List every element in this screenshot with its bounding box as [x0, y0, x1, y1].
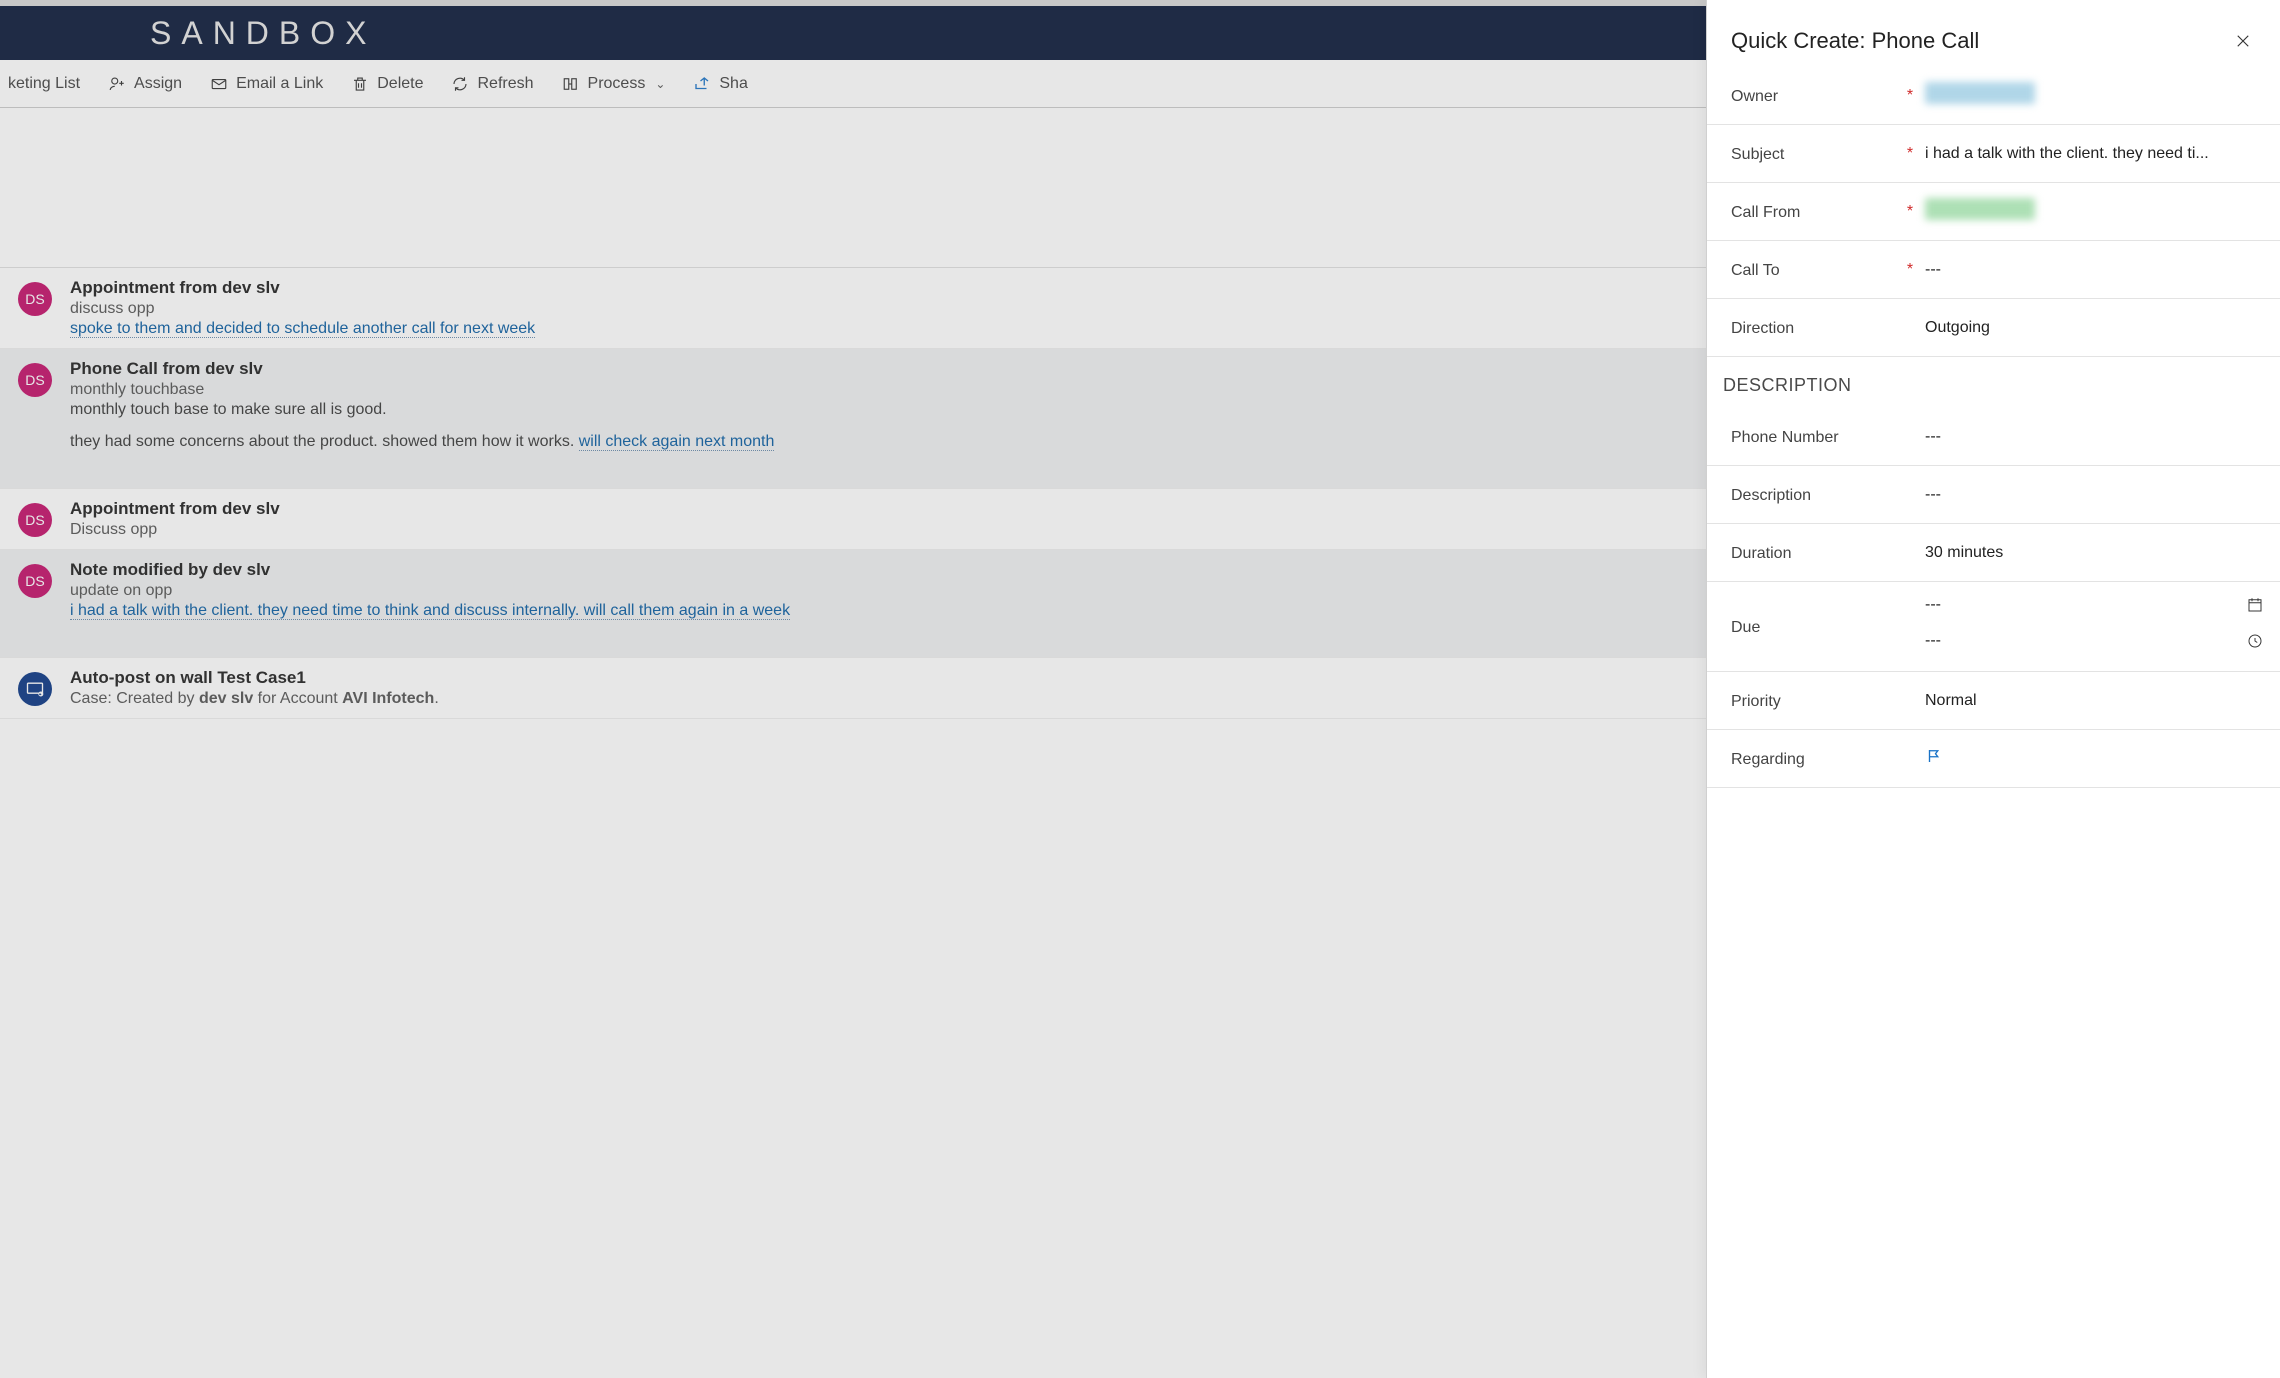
- banner-title: SANDBOX: [150, 15, 376, 52]
- field-description[interactable]: Description ---: [1707, 466, 2280, 524]
- cmd-refresh-label: Refresh: [477, 75, 533, 93]
- field-call-from[interactable]: Call From *: [1707, 183, 2280, 241]
- section-description: DESCRIPTION: [1707, 357, 2280, 408]
- cmd-email-link[interactable]: Email a Link: [210, 75, 323, 93]
- field-label: Regarding: [1731, 749, 1901, 769]
- avatar: DS: [18, 503, 52, 537]
- field-value[interactable]: [1919, 82, 2264, 109]
- field-label: Due: [1731, 617, 1901, 637]
- cmd-share[interactable]: Sha: [693, 75, 747, 93]
- chevron-down-icon[interactable]: ⌄: [655, 77, 665, 91]
- field-value[interactable]: ---: [1919, 428, 2264, 446]
- cmd-delete[interactable]: Delete: [351, 75, 423, 93]
- cmd-marketing-label: keting List: [8, 75, 80, 93]
- due-time-value[interactable]: ---: [1925, 632, 1941, 650]
- field-phone-number[interactable]: Phone Number ---: [1707, 408, 2280, 466]
- close-icon: [2234, 32, 2252, 50]
- field-value[interactable]: 30 minutes: [1919, 544, 2264, 562]
- cmd-process[interactable]: Process: [562, 75, 646, 93]
- share-icon: [693, 75, 711, 93]
- field-call-to[interactable]: Call To * ---: [1707, 241, 2280, 299]
- item-link[interactable]: will check again next month: [579, 433, 775, 451]
- close-button[interactable]: [2230, 28, 2256, 59]
- cmd-marketing-list[interactable]: keting List: [8, 75, 80, 93]
- process-icon: [562, 75, 580, 93]
- redacted-pill: [1925, 198, 2035, 220]
- due-date-value[interactable]: ---: [1925, 596, 1941, 614]
- field-priority[interactable]: Priority Normal: [1707, 672, 2280, 730]
- required-indicator: *: [1901, 203, 1919, 221]
- field-label: Direction: [1731, 318, 1901, 338]
- cmd-process-label: Process: [588, 75, 646, 93]
- field-value[interactable]: Normal: [1919, 692, 2264, 710]
- clock-icon[interactable]: [2246, 632, 2264, 650]
- flyout-title: Quick Create: Phone Call: [1731, 28, 1979, 54]
- avatar: DS: [18, 282, 52, 316]
- field-value[interactable]: [1919, 198, 2264, 225]
- cmd-share-label: Sha: [719, 75, 747, 93]
- required-indicator: *: [1901, 145, 1919, 163]
- field-label: Duration: [1731, 543, 1901, 563]
- required-indicator: *: [1901, 87, 1919, 105]
- field-subject[interactable]: Subject * i had a talk with the client. …: [1707, 125, 2280, 183]
- field-label: Phone Number: [1731, 427, 1901, 447]
- item-title: Phone Call from dev slv: [70, 359, 263, 379]
- avatar-system: [18, 672, 52, 706]
- avatar: DS: [18, 564, 52, 598]
- field-value[interactable]: ---: [1919, 486, 2264, 504]
- quick-create-panel: Quick Create: Phone Call Owner * Subject…: [1706, 0, 2280, 1378]
- required-indicator: *: [1901, 261, 1919, 279]
- avatar: DS: [18, 363, 52, 397]
- field-duration[interactable]: Duration 30 minutes: [1707, 524, 2280, 582]
- field-label: Subject: [1731, 144, 1901, 164]
- trash-icon: [351, 75, 369, 93]
- cmd-email-label: Email a Link: [236, 75, 323, 93]
- cmd-assign[interactable]: Assign: [108, 75, 182, 93]
- field-value[interactable]: ---: [1919, 261, 2264, 279]
- cmd-delete-label: Delete: [377, 75, 423, 93]
- item-link[interactable]: i had a talk with the client. they need …: [70, 602, 790, 620]
- field-value[interactable]: [1919, 747, 2264, 770]
- flag-icon: [1925, 747, 1943, 765]
- refresh-icon: [451, 75, 469, 93]
- field-label: Call From: [1731, 202, 1901, 222]
- field-label: Call To: [1731, 260, 1901, 280]
- field-value[interactable]: Outgoing: [1919, 319, 2264, 337]
- calendar-icon[interactable]: [2246, 596, 2264, 614]
- redacted-pill: [1925, 82, 2035, 104]
- cmd-assign-label: Assign: [134, 75, 182, 93]
- field-label: Description: [1731, 485, 1901, 505]
- field-label: Owner: [1731, 86, 1901, 106]
- cmd-refresh[interactable]: Refresh: [451, 75, 533, 93]
- field-owner[interactable]: Owner *: [1707, 67, 2280, 125]
- field-due[interactable]: Due --- ---: [1707, 582, 2280, 672]
- field-value[interactable]: i had a talk with the client. they need …: [1919, 145, 2264, 163]
- assign-icon: [108, 75, 126, 93]
- item-link[interactable]: spoke to them and decided to schedule an…: [70, 320, 535, 338]
- field-label: Priority: [1731, 691, 1901, 711]
- field-regarding[interactable]: Regarding: [1707, 730, 2280, 788]
- mail-icon: [210, 75, 228, 93]
- quick-create-form: Owner * Subject * i had a talk with the …: [1707, 67, 2280, 808]
- field-direction[interactable]: Direction Outgoing: [1707, 299, 2280, 357]
